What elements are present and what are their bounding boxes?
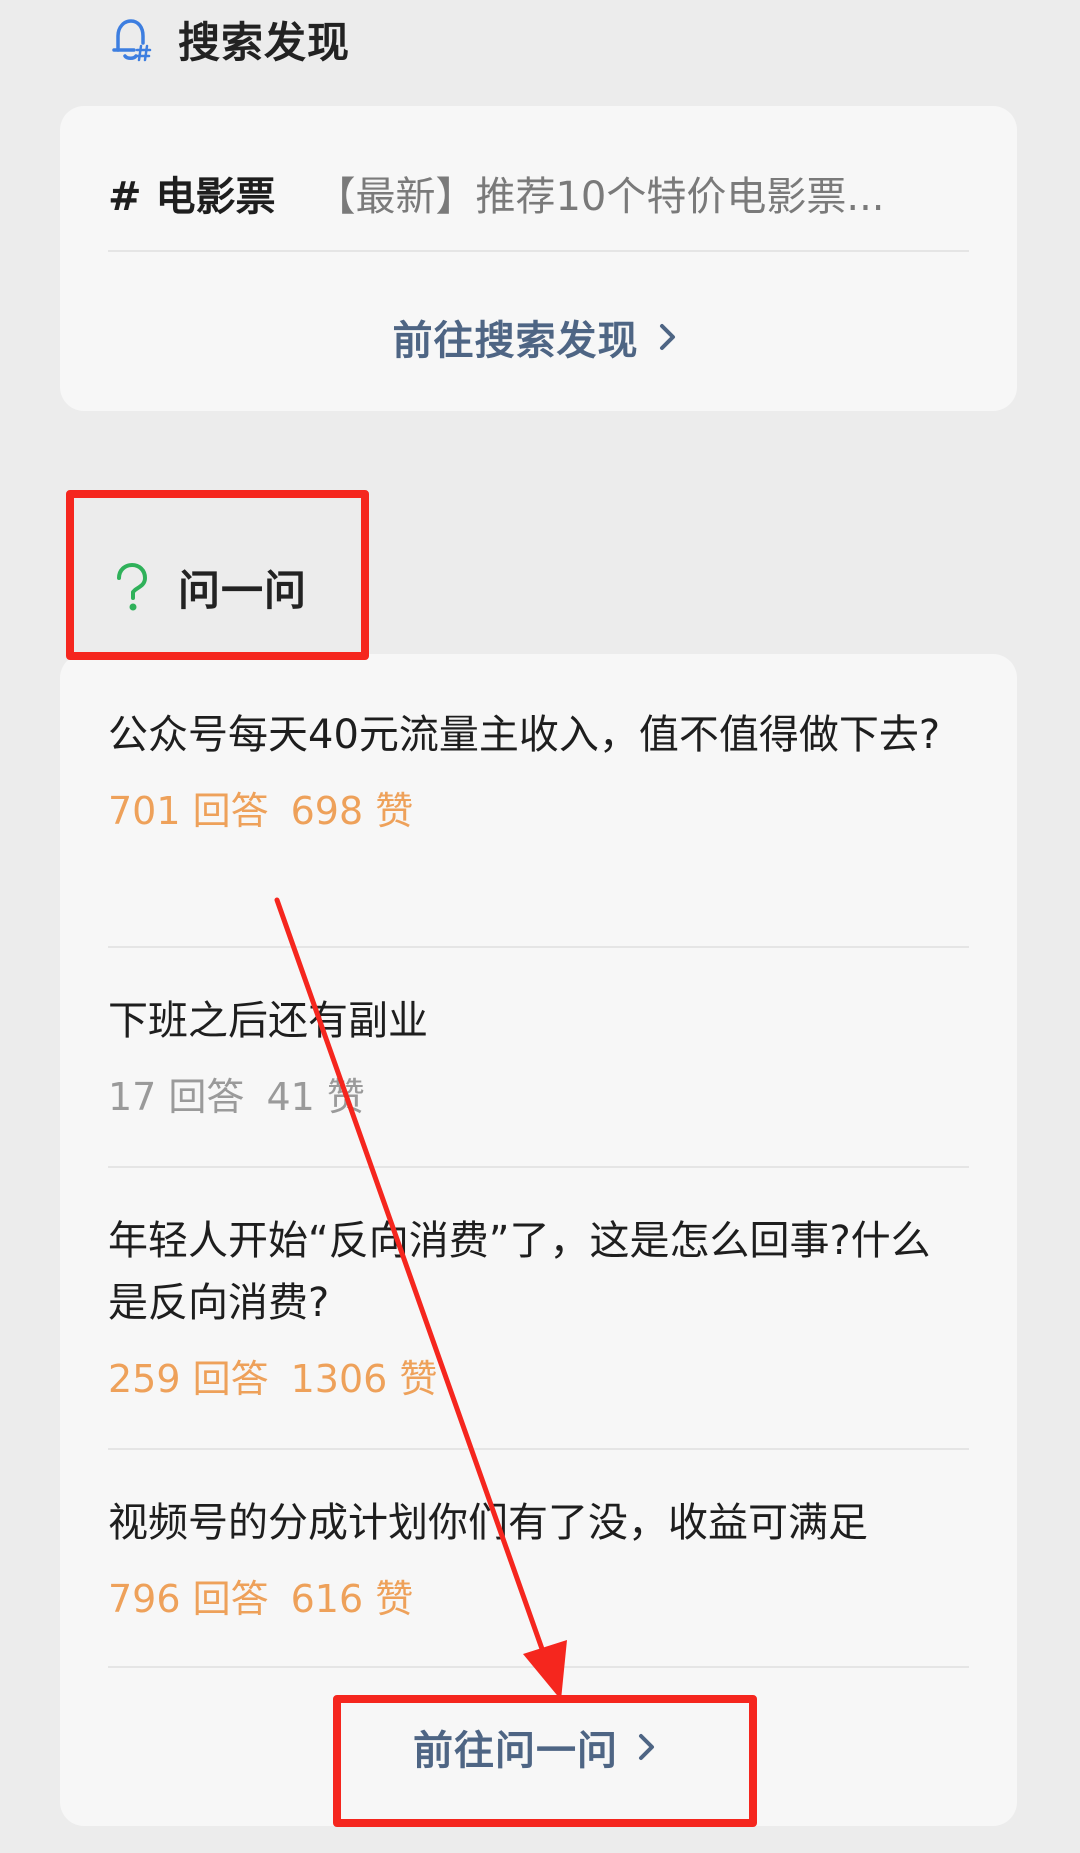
ask-card: 公众号每天40元流量主收入，值不值得做下去? 701 回答 698 赞 下班之后还… <box>60 654 1017 1826</box>
question-stats: 17 回答 41 赞 <box>108 1074 969 1120</box>
answer-count: 17 回答 <box>108 1075 245 1119</box>
topic-description: 【最新】推荐10个特价电影票... <box>315 174 885 220</box>
goto-search-discover-link[interactable]: 前往搜索发现 <box>60 302 1017 372</box>
answer-count: 796 回答 <box>108 1577 269 1621</box>
search-discover-title: 搜索发现 <box>178 17 351 67</box>
annotation-box-ask-header <box>66 490 369 660</box>
search-discover-card: # 电影票 【最新】推荐10个特价电影票... 前往搜索发现 <box>60 106 1017 411</box>
answer-count: 259 回答 <box>108 1357 269 1401</box>
divider <box>108 946 969 948</box>
question-stats: 796 回答 616 赞 <box>108 1576 969 1622</box>
annotation-box-goto-ask <box>333 1695 757 1827</box>
question-title: 视频号的分成计划你们有了没，收益可满足 <box>108 1500 868 1546</box>
like-count: 616 赞 <box>290 1577 414 1621</box>
question-title: 下班之后还有副业 <box>108 998 428 1044</box>
discover-topic-row[interactable]: # 电影票 【最新】推荐10个特价电影票... <box>108 158 969 228</box>
divider <box>108 1166 969 1168</box>
question-title: 年轻人开始“反向消费”了，这是怎么回事?什么是反向消费? <box>108 1218 931 1326</box>
question-stats: 701 回答 698 赞 <box>108 788 969 834</box>
question-item[interactable]: 视频号的分成计划你们有了没，收益可满足 796 回答 616 赞 <box>108 1492 969 1622</box>
question-item[interactable]: 年轻人开始“反向消费”了，这是怎么回事?什么是反向消费? 259 回答 1306 … <box>108 1210 969 1402</box>
answer-count: 701 回答 <box>108 789 269 833</box>
question-item[interactable]: 下班之后还有副业 17 回答 41 赞 <box>108 990 969 1120</box>
like-count: 41 赞 <box>266 1075 365 1119</box>
chevron-right-icon <box>657 323 685 351</box>
divider <box>108 250 969 252</box>
like-count: 698 赞 <box>290 789 414 833</box>
question-stats: 259 回答 1306 赞 <box>108 1356 969 1402</box>
topic-tag: # 电影票 <box>108 174 276 220</box>
divider <box>108 1666 969 1668</box>
question-item[interactable]: 公众号每天40元流量主收入，值不值得做下去? 701 回答 698 赞 <box>108 704 969 834</box>
search-discover-header: 搜索发现 <box>108 4 350 74</box>
goto-search-discover-label: 前往搜索发现 <box>392 318 639 364</box>
divider <box>108 1448 969 1450</box>
question-title: 公众号每天40元流量主收入，值不值得做下去? <box>108 712 941 758</box>
bell-hash-icon <box>108 15 156 63</box>
like-count: 1306 赞 <box>290 1357 438 1401</box>
